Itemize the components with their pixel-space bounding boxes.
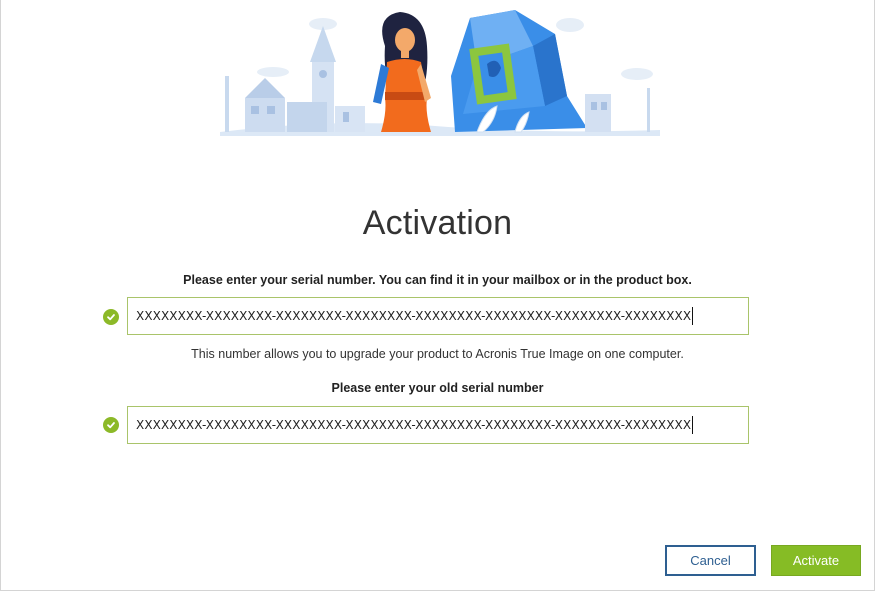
hero-illustration: [220, 10, 660, 136]
old-serial-number-input[interactable]: XXXXXXXX-XXXXXXXX-XXXXXXXX-XXXXXXXX-XXXX…: [127, 406, 749, 444]
old-serial-number-value: XXXXXXXX-XXXXXXXX-XXXXXXXX-XXXXXXXX-XXXX…: [136, 418, 692, 432]
serial-number-value: XXXXXXXX-XXXXXXXX-XXXXXXXX-XXXXXXXX-XXXX…: [136, 309, 692, 323]
activate-button[interactable]: Activate: [771, 545, 861, 576]
text-caret: [692, 307, 694, 325]
serial-hint: This number allows you to upgrade your p…: [191, 347, 684, 361]
checkmark-icon: [103, 309, 119, 325]
old-serial-prompt: Please enter your old serial number: [331, 381, 544, 395]
cancel-button[interactable]: Cancel: [665, 545, 756, 576]
text-caret: [692, 416, 694, 434]
serial-prompt: Please enter your serial number. You can…: [183, 273, 692, 287]
page-title: Activation: [362, 204, 513, 242]
serial-number-input[interactable]: XXXXXXXX-XXXXXXXX-XXXXXXXX-XXXXXXXX-XXXX…: [127, 297, 749, 335]
activation-window: Activation Please enter your serial numb…: [0, 0, 875, 591]
checkmark-icon: [103, 417, 119, 433]
